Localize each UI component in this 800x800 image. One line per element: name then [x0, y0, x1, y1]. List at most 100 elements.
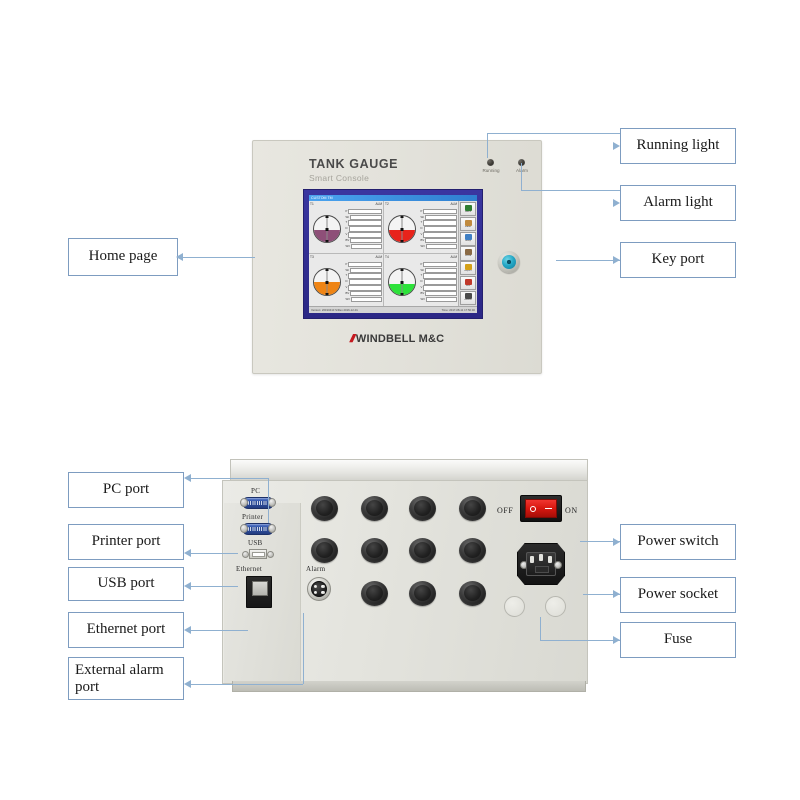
field-key: BV — [420, 238, 425, 243]
tank-panel[interactable]: T4 ALM P Wt T D V BV WV — [384, 254, 458, 306]
printer-port-connector[interactable] — [239, 522, 277, 535]
diagram-canvas: TANK GAUGE Smart Console Running Alarm C… — [0, 0, 800, 800]
tank-gauge-wrap — [385, 206, 420, 252]
arrow-external-alarm-port — [184, 680, 191, 688]
field-key: WV — [345, 243, 351, 248]
field-value — [423, 279, 457, 285]
callout-power-switch: Power switch — [620, 524, 736, 560]
field-value — [348, 273, 382, 279]
fuse-holder[interactable] — [545, 596, 566, 617]
screw-icon — [268, 498, 276, 507]
status-version: Version: 20190410 S/Rev 2016-12-01 — [311, 308, 358, 312]
field-key: T — [345, 220, 348, 225]
cable-gland — [409, 496, 436, 521]
tank-main: P Wt T D V BV WV — [310, 206, 382, 252]
field-key: D — [345, 226, 348, 231]
side-button-setup[interactable]: Setup — [460, 231, 476, 246]
windbell-logo-text: WINDBELL M&C — [355, 333, 445, 345]
tank-marker-mid — [400, 227, 404, 231]
leader-ext-alarm-h — [191, 684, 303, 685]
power-switch[interactable] — [520, 495, 562, 522]
ethernet-port-connector[interactable] — [246, 576, 272, 608]
field-value — [423, 226, 457, 232]
callout-printer-port: Printer port — [68, 524, 184, 560]
power-socket[interactable] — [517, 543, 565, 585]
tank-gauge — [388, 215, 417, 243]
field-value — [349, 214, 382, 220]
tank-main: P Wt T D V BV WV — [385, 206, 457, 252]
field-value — [349, 267, 382, 273]
side-button-label: Alarm — [464, 210, 472, 213]
key-port[interactable] — [498, 251, 520, 273]
field-value — [348, 208, 382, 215]
leader-running-h2 — [487, 133, 540, 134]
usb-port-connector[interactable] — [239, 549, 277, 559]
cable-gland — [361, 538, 388, 563]
leader-printer-h — [191, 553, 238, 554]
screw-icon — [240, 524, 248, 533]
tank-gauge — [388, 268, 417, 296]
socket-pin-hole — [539, 554, 543, 561]
tank-marker-top — [400, 269, 404, 271]
tank-field: P — [421, 261, 457, 268]
brand-title: TANK GAUGE — [309, 157, 399, 171]
side-button-mod[interactable]: Mod — [460, 275, 476, 291]
field-value — [350, 291, 382, 297]
field-key: T — [345, 273, 348, 278]
hmi-screen[interactable]: CUSTOM TM T1 ALM P Wt T D V BV WV T2 ALM… — [309, 195, 477, 313]
arrow-power-socket — [613, 590, 620, 598]
tank-field: D — [345, 226, 382, 232]
external-alarm-port-connector[interactable] — [307, 577, 331, 601]
callout-pc-port: PC port — [68, 472, 184, 508]
tank-main: P Wt T D V BV WV — [310, 259, 382, 305]
side-button-label: Setup — [464, 240, 472, 243]
socket-pin-hole — [530, 556, 534, 563]
power-socket-face — [526, 552, 556, 576]
field-key: WV — [420, 296, 426, 301]
side-button-report[interactable]: Report — [460, 261, 476, 276]
field-value — [348, 232, 382, 238]
tank-marker-bottom — [325, 293, 329, 295]
callout-key-port: Key port — [620, 242, 736, 278]
socket-pin-hole — [548, 556, 552, 563]
tank-field-list: P Wt T D V BV WV — [346, 206, 382, 252]
cable-gland — [459, 496, 486, 521]
field-value — [423, 208, 457, 215]
field-value — [351, 243, 382, 250]
cable-gland — [361, 581, 388, 606]
leader-home-page — [183, 257, 255, 258]
switch-off-label: OFF — [497, 506, 514, 515]
callout-power-socket: Power socket — [620, 577, 736, 613]
tank-panel[interactable]: T3 ALM P Wt T D V BV WV — [309, 254, 383, 306]
tank-marker-top — [400, 216, 404, 218]
field-value — [351, 296, 382, 303]
field-value — [426, 243, 457, 250]
side-button-curve[interactable]: Curve — [460, 246, 476, 261]
cable-gland — [311, 496, 338, 521]
alarm-connector-face — [311, 581, 327, 597]
fuse-holder[interactable] — [504, 596, 525, 617]
arrow-usb-port — [184, 582, 191, 590]
tank-grid: T1 ALM P Wt T D V BV WV T2 ALM P Wt T D … — [309, 201, 458, 306]
tank-main: P Wt T D V BV WV — [385, 259, 457, 305]
tank-panel[interactable]: T1 ALM P Wt T D V BV WV — [309, 201, 383, 253]
field-value — [423, 261, 457, 268]
field-value — [348, 261, 382, 268]
key-port-slot — [507, 260, 511, 264]
field-key: T — [420, 273, 423, 278]
screw-icon — [240, 498, 248, 507]
tank-field: T — [345, 220, 382, 226]
side-button-device[interactable]: Device — [460, 290, 476, 305]
leader-running-v — [487, 133, 488, 158]
tank-field: V — [346, 285, 382, 291]
tank-field: BV — [421, 291, 457, 297]
side-button-alarm[interactable]: Alarm — [460, 202, 476, 217]
tank-panel[interactable]: T2 ALM P Wt T D V BV WV — [384, 201, 458, 253]
leader-key-port — [556, 260, 620, 261]
screen-body: T1 ALM P Wt T D V BV WV T2 ALM P Wt T D … — [309, 201, 477, 306]
running-light-label: Running — [482, 168, 500, 173]
side-button-status[interactable]: Status — [460, 216, 476, 232]
db9-pins — [248, 500, 268, 505]
tank-field-list: P Wt T D V BV WV — [421, 206, 457, 252]
pc-port-connector[interactable] — [239, 496, 277, 509]
